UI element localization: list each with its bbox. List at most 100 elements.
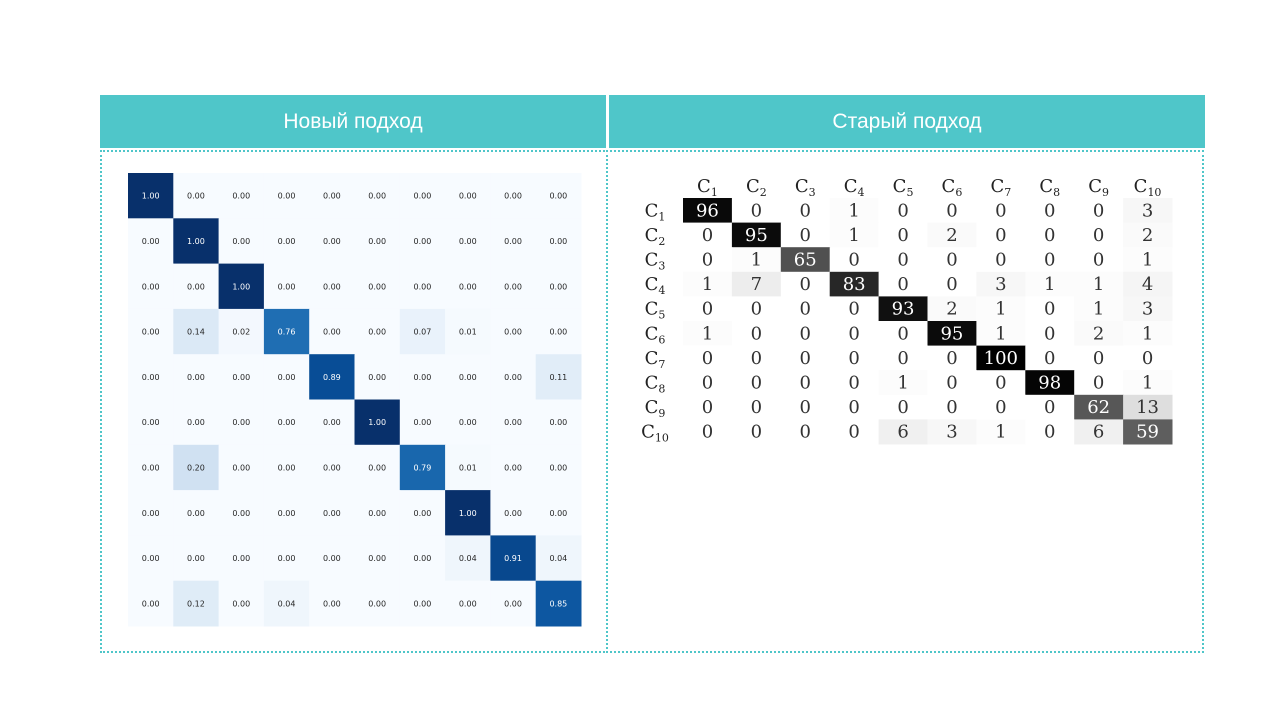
- cell-value-label: 0: [1044, 323, 1055, 344]
- cell-value-label: 0.00: [142, 282, 160, 291]
- cell-value-label: 0: [946, 348, 957, 369]
- cell-value-label: 0.00: [459, 237, 477, 246]
- cell-value-label: 0.04: [278, 599, 296, 608]
- cell-value-label: 0: [995, 225, 1006, 246]
- cell-value-label: 1: [995, 422, 1006, 443]
- cell-value-label: 0.00: [323, 282, 341, 291]
- cell-value-label: 0.00: [504, 418, 522, 427]
- cell-value-label: 0: [995, 373, 1006, 394]
- axis-label: C6: [645, 323, 666, 346]
- cell-value-label: 0.00: [368, 282, 386, 291]
- cell-value-label: 0.00: [187, 373, 205, 382]
- cell-value-label: 0.00: [414, 509, 432, 518]
- cell-value-label: 0: [946, 397, 957, 418]
- cell-value-label: 0: [751, 422, 762, 443]
- cell-value-label: 0.00: [549, 282, 567, 291]
- cell-value-label: 0: [702, 250, 713, 271]
- cell-value-label: 0.00: [278, 463, 296, 472]
- cell-value-label: 0: [702, 373, 713, 394]
- cell-value-label: 0: [897, 397, 908, 418]
- cell-value-label: 0: [1093, 250, 1104, 271]
- cell-value-label: 0: [995, 250, 1006, 271]
- cell-value-label: 0: [1044, 299, 1055, 320]
- cell-value-label: 0.79: [414, 463, 432, 472]
- cell-value-label: 3: [946, 422, 957, 443]
- cell-value-label: 0.00: [368, 237, 386, 246]
- cell-value-label: 0: [897, 323, 908, 344]
- cell-value-label: 0.00: [232, 554, 250, 563]
- cell-value-label: 0.76: [278, 328, 296, 337]
- cell-value-label: 0.00: [368, 463, 386, 472]
- cell-value-label: 0.00: [504, 192, 522, 201]
- axis-label: C1: [697, 176, 718, 199]
- axis-label: C7: [990, 176, 1011, 199]
- cell-value-label: 0: [946, 274, 957, 295]
- cell-value-label: 1.00: [368, 418, 386, 427]
- cell-value-label: 0: [751, 348, 762, 369]
- cell-value-label: 0.00: [504, 282, 522, 291]
- cell-value-label: 0: [1044, 422, 1055, 443]
- axis-label: C3: [795, 176, 816, 199]
- cell-value-label: 13: [1136, 397, 1159, 418]
- cell-value-label: 2: [946, 299, 957, 320]
- cell-value-label: 0.00: [459, 418, 477, 427]
- cell-value-label: 0.00: [459, 192, 477, 201]
- cell-value-label: 0: [946, 373, 957, 394]
- cell-value-label: 0.00: [323, 463, 341, 472]
- cell-value-label: 0: [702, 397, 713, 418]
- cell-value-label: 0: [897, 274, 908, 295]
- cell-value-label: 0.00: [368, 373, 386, 382]
- cell-value-label: 1.00: [142, 192, 160, 201]
- cell-value-label: 0.07: [414, 328, 432, 337]
- cell-value-label: 0: [800, 299, 811, 320]
- cell-value-label: 0: [751, 397, 762, 418]
- axis-label: C10: [1134, 176, 1162, 199]
- axis-label: C1: [645, 200, 666, 223]
- cell-value-label: 96: [696, 200, 719, 221]
- cell-value-label: 59: [1136, 422, 1159, 443]
- cell-value-label: 0.00: [142, 373, 160, 382]
- cell-value-label: 7: [751, 274, 762, 295]
- cell-value-label: 0.00: [232, 373, 250, 382]
- cell-value-label: 1: [995, 299, 1006, 320]
- cell-value-label: 0.00: [187, 282, 205, 291]
- cell-value-label: 0.12: [187, 599, 205, 608]
- cell-value-label: 95: [745, 225, 768, 246]
- cell-value-label: 1: [897, 373, 908, 394]
- cell-value-label: 0: [897, 250, 908, 271]
- cell-value-label: 2: [1142, 225, 1153, 246]
- cell-value-label: 0: [800, 200, 811, 221]
- cell-value-label: 0.00: [232, 463, 250, 472]
- cell-value-label: 65: [794, 250, 817, 271]
- cell-value-label: 0: [848, 373, 859, 394]
- cell-value-label: 3: [995, 274, 1006, 295]
- cell-value-label: 0: [800, 397, 811, 418]
- cell-value-label: 1: [995, 323, 1006, 344]
- cell-value-label: 0.00: [278, 418, 296, 427]
- cell-value-label: 1: [702, 274, 713, 295]
- cell-value-label: 0: [946, 200, 957, 221]
- cell-value-label: 0.01: [459, 328, 477, 337]
- axis-label: C7: [645, 348, 666, 371]
- cell-value-label: 1: [1142, 373, 1153, 394]
- cell-value-label: 6: [1093, 422, 1104, 443]
- cell-value-label: 0.11: [549, 373, 567, 382]
- cell-value-label: 0.00: [232, 599, 250, 608]
- cell-value-label: 0.20: [187, 463, 205, 472]
- cell-value-label: 3: [1142, 299, 1153, 320]
- cell-value-label: 0: [702, 422, 713, 443]
- cell-value-label: 1: [1044, 274, 1055, 295]
- cell-value-label: 0.00: [368, 328, 386, 337]
- cell-value-label: 0: [751, 373, 762, 394]
- axis-label: C5: [893, 176, 914, 199]
- cell-value-label: 1.00: [187, 237, 205, 246]
- cell-value-label: 0: [897, 200, 908, 221]
- cell-value-label: 1: [1093, 299, 1104, 320]
- cell-value-label: 0: [848, 397, 859, 418]
- axis-label: C9: [645, 397, 666, 420]
- cell-value-label: 83: [843, 274, 866, 295]
- cell-value-label: 0.00: [278, 373, 296, 382]
- cell-value-label: 0.00: [187, 509, 205, 518]
- cell-value-label: 0.00: [549, 418, 567, 427]
- cell-value-label: 0.00: [504, 373, 522, 382]
